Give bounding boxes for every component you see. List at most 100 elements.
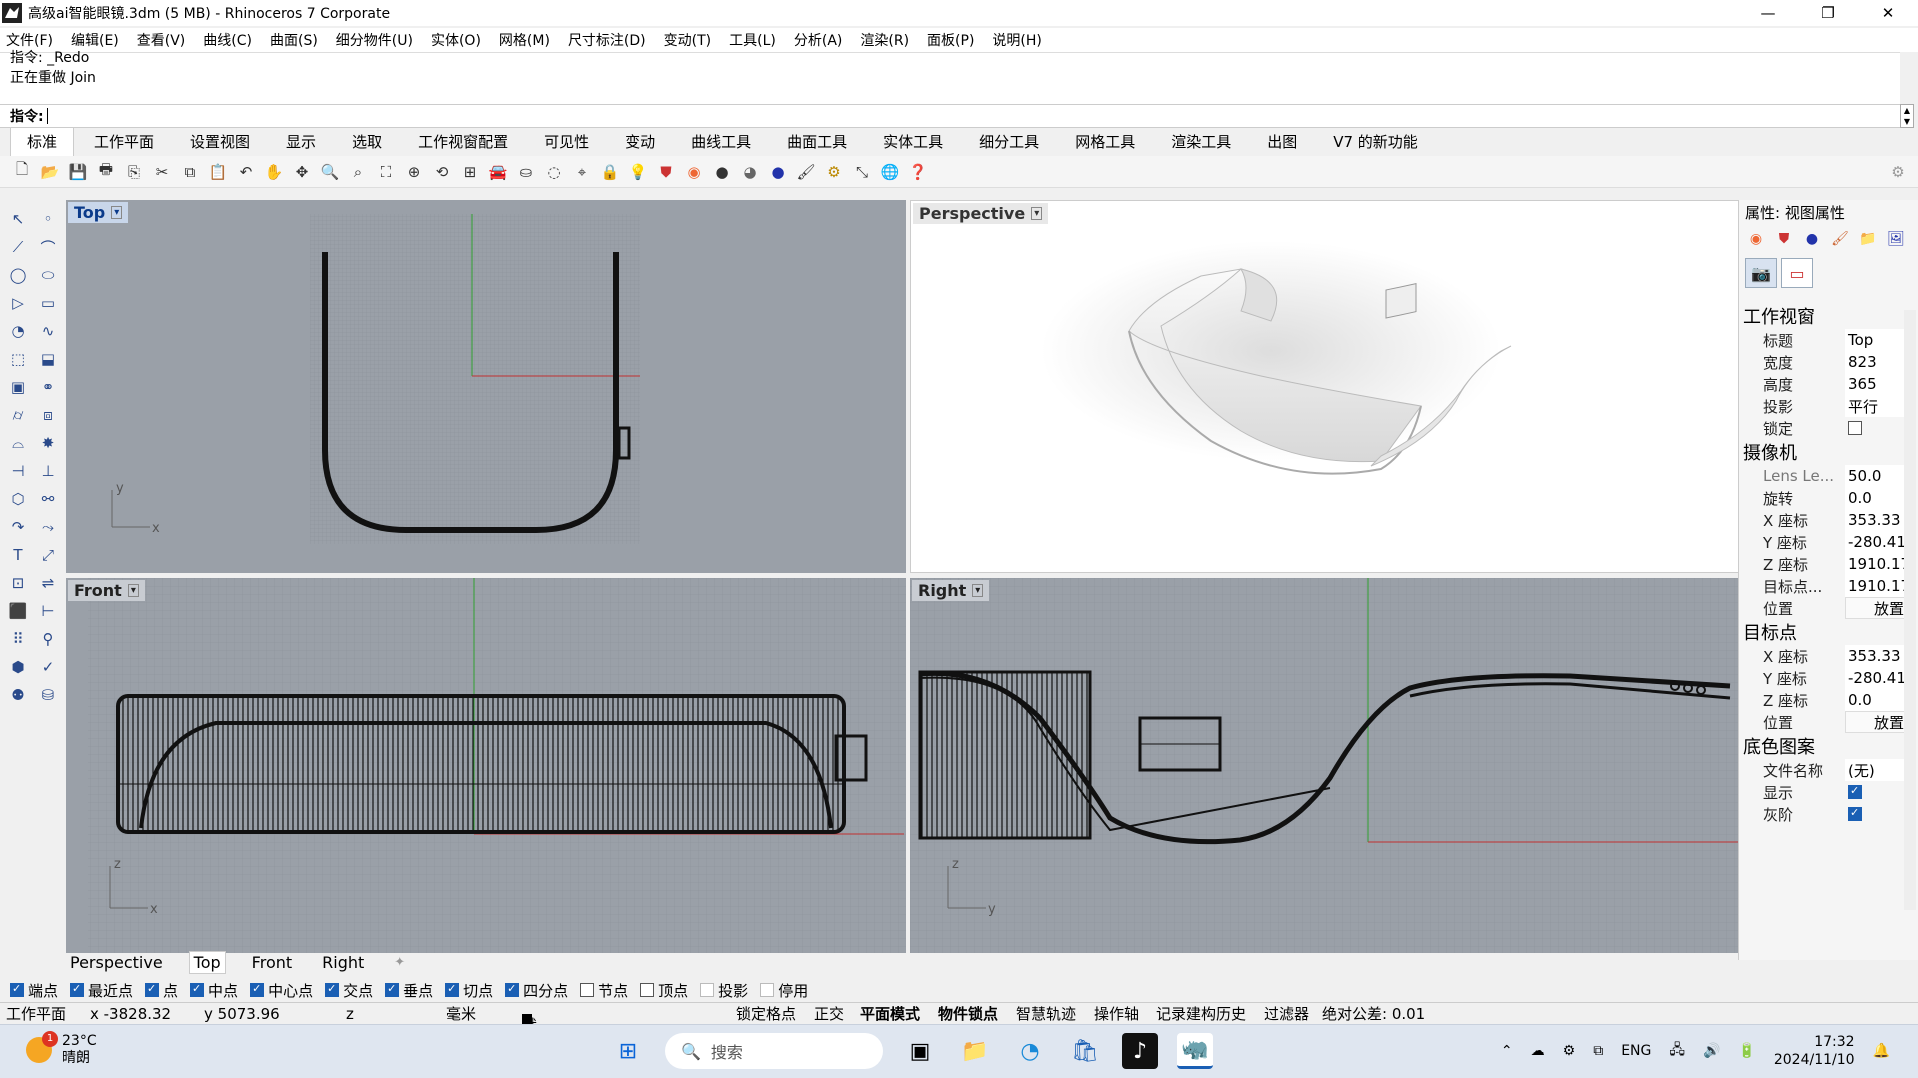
prop-camera-x-value[interactable]: 353.33 [1845,509,1907,531]
undo-icon[interactable]: ↶ [234,160,258,184]
tab-standard[interactable]: 标准 [10,127,75,156]
osnap-near[interactable]: 最近点 [70,980,133,1001]
place-target-button[interactable]: 放置 [1845,711,1907,733]
globe-icon[interactable]: 🌐 [878,160,902,184]
osnap-knot[interactable]: 节点 [580,980,628,1001]
array-icon[interactable]: ⊡ [4,569,32,597]
viewport-menu-icon[interactable]: ▾ [972,584,984,597]
prop-rotation-value[interactable]: 0.0 [1845,487,1907,509]
notification-bell-icon[interactable]: 🔔 [1873,1043,1890,1059]
cut-icon[interactable]: ✂ [150,160,174,184]
analyze-icon[interactable]: ⬢ [4,653,32,681]
tab-drafting[interactable]: 出图 [1251,128,1313,156]
material-sphere-icon[interactable]: ● [1801,228,1823,250]
status-ortho[interactable]: 正交 [814,1003,844,1024]
prop-target-y-value[interactable]: -280.41 [1845,667,1907,689]
cylinder-icon[interactable]: ⌭ [4,401,32,429]
paint-icon[interactable]: 🖌 [794,160,818,184]
osnap-tangent[interactable]: 切点 [445,980,493,1001]
fillet-icon[interactable]: ⌓ [4,429,32,457]
prop-camera-y-value[interactable]: -280.41 [1845,531,1907,553]
extrude-curve-icon[interactable]: ⬓ [34,345,62,373]
viewport-label-top[interactable]: Top ▾ [68,202,129,223]
prop-target-z-value[interactable]: 0.0 [1845,689,1907,711]
tiktok-icon[interactable]: ♪ [1122,1033,1158,1069]
osnap-quad[interactable]: 四分点 [505,980,568,1001]
brush-icon[interactable]: 🖌 [1829,228,1851,250]
split-icon[interactable]: ⊥ [34,457,62,485]
show-checkbox[interactable] [1848,784,1862,799]
layer-icon[interactable]: ⛊ [1773,228,1795,250]
help-icon[interactable]: ❓ [906,160,930,184]
edge-browser-icon[interactable]: ◔ [1012,1033,1048,1069]
sphere-icon[interactable]: ● [710,160,734,184]
shaded-sphere-icon[interactable]: ◕ [738,160,762,184]
menu-view[interactable]: 查看(V) [137,30,186,50]
place-camera-button[interactable]: 放置 [1845,597,1907,619]
scale-icon[interactable]: ⤢ [34,541,62,569]
rotate-view-icon[interactable]: ⟲ [430,160,454,184]
prop-title-value[interactable]: Top [1845,329,1907,351]
select-icon[interactable]: ⛀ [514,160,538,184]
menu-transform[interactable]: 变动(T) [664,30,711,50]
add-viewport-tab-icon[interactable]: ✦ [390,954,409,971]
shield-icon[interactable]: ⛊ [654,160,678,184]
solid-box-icon[interactable]: ⬛ [4,597,32,625]
box-icon[interactable]: ▣ [4,373,32,401]
circle-tool-icon[interactable]: ◯ [4,261,32,289]
paste-icon[interactable]: 📋 [206,160,230,184]
menu-subd[interactable]: 细分物件(U) [336,30,413,50]
app-tray-icon[interactable]: ⧉ [1593,1043,1603,1059]
print-icon[interactable]: 🖶 [94,160,118,184]
explode-icon[interactable]: ✸ [34,429,62,457]
osnap-vertex[interactable]: 顶点 [640,980,688,1001]
network-icon[interactable]: 🖧 [1669,1039,1685,1063]
vp-tab-front[interactable]: Front [248,952,296,973]
save-icon[interactable]: 💾 [66,160,90,184]
tab-render-tools[interactable]: 渲染工具 [1155,128,1247,156]
viewport-menu-icon[interactable]: ▾ [1031,207,1043,220]
point-icon[interactable]: ◦ [34,205,62,233]
vp-tab-right[interactable]: Right [318,952,368,973]
osnap-end[interactable]: 端点 [10,980,58,1001]
blue-sphere-icon[interactable]: ● [766,160,790,184]
menu-analyze[interactable]: 分析(A) [794,30,843,50]
mesh-icon[interactable]: ⧈ [34,401,62,429]
history-icon[interactable]: ⚲ [34,625,62,653]
select-arrow-icon[interactable]: ↖ [4,205,32,233]
tab-subd-tools[interactable]: 细分工具 [963,128,1055,156]
prop-projection-value[interactable]: 平行 [1845,395,1907,417]
zoom-selected-icon[interactable]: ⊕ [402,160,426,184]
folder-icon[interactable]: 📁 [1857,228,1879,250]
camera-icon[interactable]: 📷 [1745,258,1777,288]
menu-surface[interactable]: 曲面(S) [270,30,318,50]
weather-widget[interactable]: 1 23°C 晴朗 [26,1031,97,1067]
grid-array-icon[interactable]: ⠿ [4,625,32,653]
pan-hand-icon[interactable]: ✋ [262,160,286,184]
lock-checkbox[interactable] [1848,421,1862,435]
tab-new-in-v7[interactable]: V7 的新功能 [1317,128,1434,156]
viewport-right[interactable]: z y Right ▾ [910,578,1748,953]
text-icon[interactable]: T [4,541,32,569]
viewport-menu-icon[interactable]: ▾ [127,584,139,597]
join-icon[interactable]: ⚯ [34,485,62,513]
prop-camera-z-value[interactable]: 1910.17 [1845,553,1910,575]
tab-cplanes[interactable]: 工作平面 [78,128,170,156]
copy-icon[interactable]: ⧉ [178,160,202,184]
dimension-icon[interactable]: ⊢ [34,597,62,625]
render-icon[interactable]: ⚉ [4,681,32,709]
prop-lens-value[interactable]: 50.0 [1845,465,1907,487]
tab-solid-tools[interactable]: 实体工具 [867,128,959,156]
menu-help[interactable]: 说明(H) [992,30,1041,50]
menu-tools[interactable]: 工具(L) [729,30,776,50]
task-view-icon[interactable]: ▣ [902,1033,938,1069]
tab-transform[interactable]: 变动 [609,128,671,156]
tab-surface-tools[interactable]: 曲面工具 [771,128,863,156]
steam-icon[interactable]: ⚙ [1563,1043,1576,1059]
gear-icon[interactable]: ⚙ [822,160,846,184]
chevron-up-icon[interactable]: ⌃ [1501,1043,1513,1059]
tab-display[interactable]: 显示 [270,128,332,156]
light-icon[interactable]: 💡 [626,160,650,184]
status-cplane[interactable]: 工作平面 [6,1003,66,1024]
status-smarttrack[interactable]: 智慧轨迹 [1016,1003,1076,1024]
